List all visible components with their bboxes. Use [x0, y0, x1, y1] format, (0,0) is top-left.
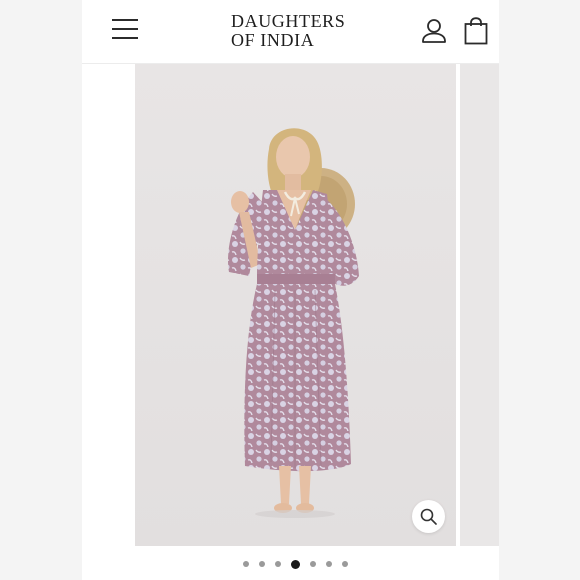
menu-line [112, 19, 138, 21]
brand-logo[interactable]: DAUGHTERS OF INDIA [231, 12, 361, 50]
menu-line [112, 28, 138, 30]
model-in-floral-dress-illustration [135, 64, 456, 546]
gallery-pagination-dots [82, 558, 499, 570]
pagination-dot[interactable] [342, 561, 348, 567]
pagination-dot[interactable] [310, 561, 316, 567]
menu-button[interactable] [112, 19, 138, 39]
previous-slide-edge [82, 64, 135, 546]
pagination-dot[interactable] [326, 561, 332, 567]
product-photo[interactable] [135, 64, 456, 546]
product-image-gallery[interactable] [82, 64, 499, 546]
pagination-dot[interactable] [243, 561, 249, 567]
user-account-icon [422, 19, 446, 43]
zoom-magnifier-icon [420, 508, 437, 525]
menu-line [112, 37, 138, 39]
shopping-bag-icon [464, 17, 488, 45]
account-button[interactable] [421, 18, 447, 44]
pagination-dot[interactable] [259, 561, 265, 567]
pagination-dot[interactable] [275, 561, 281, 567]
brand-line-2: OF INDIA [231, 30, 315, 50]
site-header: DAUGHTERS OF INDIA [82, 0, 499, 64]
cart-button[interactable] [464, 17, 488, 45]
zoom-button[interactable] [412, 500, 445, 533]
app-screen: DAUGHTERS OF INDIA [82, 0, 499, 580]
next-slide-edge[interactable] [460, 64, 499, 546]
pagination-dot-active[interactable] [291, 559, 300, 569]
brand-line-1: DAUGHTERS [231, 11, 346, 31]
